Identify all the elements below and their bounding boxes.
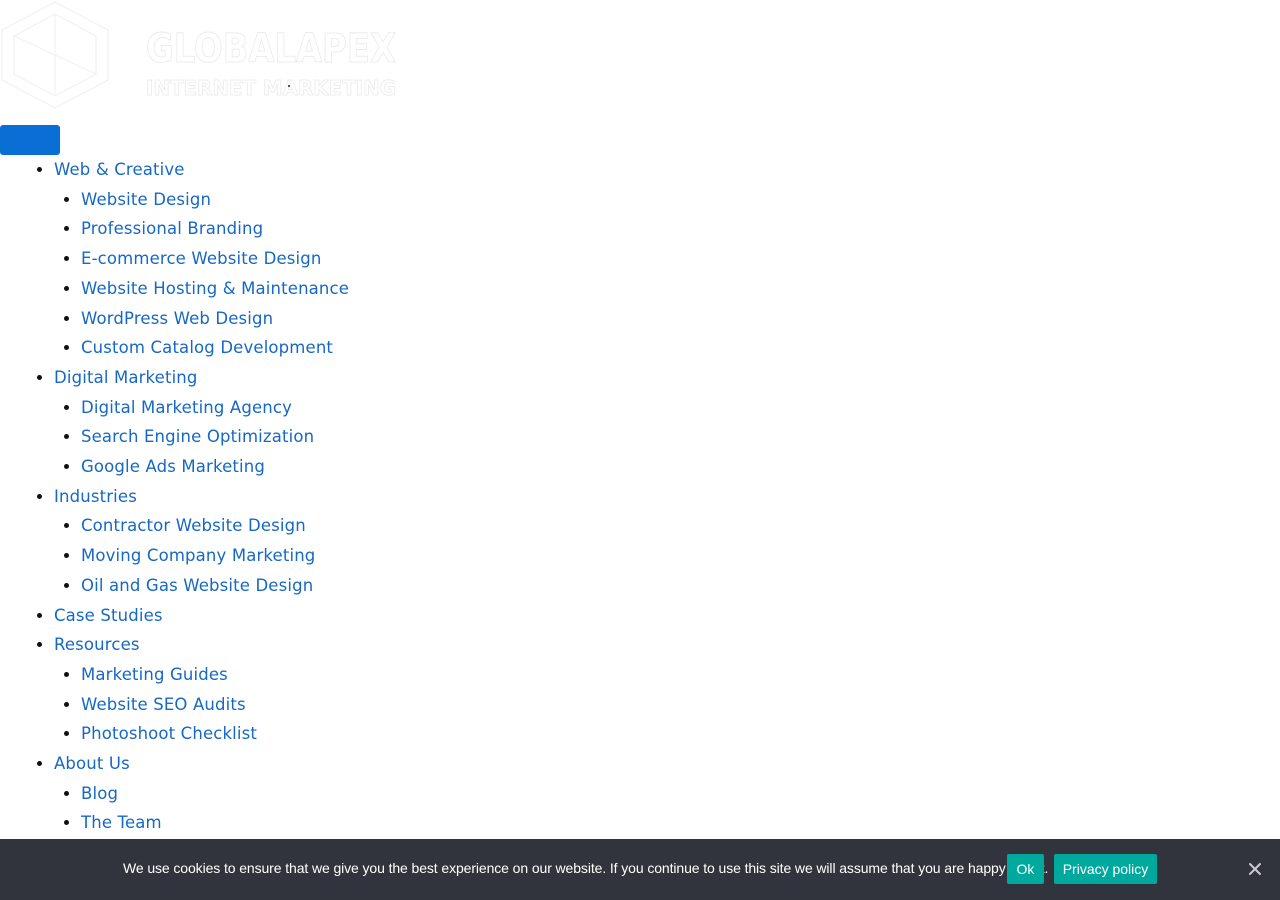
- nav-link-blog[interactable]: Blog: [81, 784, 118, 803]
- cookie-ok-button[interactable]: Ok: [1007, 854, 1044, 884]
- logo-text-line1: GLOBALAPEX: [146, 26, 396, 72]
- submenu-industries: Contractor Website Design Moving Company…: [54, 511, 600, 600]
- nav-link-wordpress-web-design[interactable]: WordPress Web Design: [81, 309, 273, 328]
- nav-link-contractor[interactable]: Contractor Website Design: [81, 516, 306, 535]
- nav-item-seo: Search Engine Optimization: [81, 422, 600, 452]
- nav-item-seo-audits: Website SEO Audits: [81, 690, 600, 720]
- submenu-digital-marketing: Digital Marketing Agency Search Engine O…: [54, 393, 600, 482]
- nav-link-marketing-guides[interactable]: Marketing Guides: [81, 665, 228, 684]
- close-icon[interactable]: [1246, 860, 1264, 878]
- nav-link-the-team[interactable]: The Team: [81, 813, 162, 832]
- nav-link-website-hosting[interactable]: Website Hosting & Maintenance: [81, 279, 349, 298]
- nav-item-the-team: The Team: [81, 808, 600, 838]
- nav-link-about-us[interactable]: About Us: [54, 754, 130, 773]
- nav-item-marketing-guides: Marketing Guides: [81, 660, 600, 690]
- site-logo[interactable]: GLOBALAPEX INTERNET MARKETING: [0, 0, 400, 110]
- nav-item-blog: Blog: [81, 779, 600, 809]
- nav-link-moving-company[interactable]: Moving Company Marketing: [81, 546, 315, 565]
- nav-item-contractor: Contractor Website Design: [81, 511, 600, 541]
- nav-item-photoshoot-checklist: Photoshoot Checklist: [81, 719, 600, 749]
- nav-link-oil-gas[interactable]: Oil and Gas Website Design: [81, 576, 313, 595]
- main-navigation: Web & Creative Website Design Profession…: [0, 155, 600, 838]
- submenu-web-creative: Website Design Professional Branding E-c…: [54, 185, 600, 363]
- nav-link-professional-branding[interactable]: Professional Branding: [81, 219, 263, 238]
- nav-link-digital-marketing[interactable]: Digital Marketing: [54, 368, 198, 387]
- nav-link-custom-catalog[interactable]: Custom Catalog Development: [81, 338, 333, 357]
- nav-item-digital-marketing: Digital Marketing Digital Marketing Agen…: [54, 363, 600, 482]
- nav-item-about-us: About Us Blog The Team: [54, 749, 600, 838]
- nav-item-custom-catalog: Custom Catalog Development: [81, 333, 600, 363]
- nav-item-professional-branding: Professional Branding: [81, 214, 600, 244]
- nav-item-website-hosting: Website Hosting & Maintenance: [81, 274, 600, 304]
- nav-item-ecommerce-website-design: E-commerce Website Design: [81, 244, 600, 274]
- logo-text-line2: INTERNET MARKETING: [146, 76, 396, 100]
- nav-link-case-studies[interactable]: Case Studies: [54, 606, 163, 625]
- nav-link-ecommerce-website-design[interactable]: E-commerce Website Design: [81, 249, 321, 268]
- nav-link-website-design[interactable]: Website Design: [81, 190, 211, 209]
- nav-item-industries: Industries Contractor Website Design Mov…: [54, 482, 600, 601]
- nav-item-web-creative: Web & Creative Website Design Profession…: [54, 155, 600, 363]
- nav-link-google-ads[interactable]: Google Ads Marketing: [81, 457, 265, 476]
- cookie-notice-bar: We use cookies to ensure that we give yo…: [0, 839, 1280, 900]
- cookie-message: We use cookies to ensure that we give yo…: [123, 860, 1049, 876]
- page: GLOBALAPEX INTERNET MARKETING Web & Crea…: [0, 0, 1280, 900]
- nav-item-google-ads: Google Ads Marketing: [81, 452, 600, 482]
- nav-link-web-creative[interactable]: Web & Creative: [54, 160, 185, 179]
- nav-item-case-studies: Case Studies: [54, 601, 600, 631]
- hexagon-logo-icon: GLOBALAPEX INTERNET MARKETING: [1, 1, 397, 109]
- nav-item-oil-gas: Oil and Gas Website Design: [81, 571, 600, 601]
- submenu-about-us: Blog The Team: [54, 779, 600, 838]
- nav-item-digital-marketing-agency: Digital Marketing Agency: [81, 393, 600, 423]
- nav-item-moving-company: Moving Company Marketing: [81, 541, 600, 571]
- nav-link-seo-audits[interactable]: Website SEO Audits: [81, 695, 246, 714]
- nav-link-resources[interactable]: Resources: [54, 635, 140, 654]
- nav-link-seo[interactable]: Search Engine Optimization: [81, 427, 314, 446]
- nav-item-wordpress-web-design: WordPress Web Design: [81, 304, 600, 334]
- nav-item-website-design: Website Design: [81, 185, 600, 215]
- nav-link-digital-marketing-agency[interactable]: Digital Marketing Agency: [81, 398, 292, 417]
- nav-link-photoshoot-checklist[interactable]: Photoshoot Checklist: [81, 724, 257, 743]
- nav-item-resources: Resources Marketing Guides Website SEO A…: [54, 630, 600, 749]
- submenu-resources: Marketing Guides Website SEO Audits Phot…: [54, 660, 600, 749]
- nav-link-industries[interactable]: Industries: [54, 487, 137, 506]
- privacy-policy-button[interactable]: Privacy policy: [1054, 854, 1157, 884]
- nav-list: Web & Creative Website Design Profession…: [0, 155, 600, 838]
- menu-toggle-button[interactable]: [0, 125, 60, 155]
